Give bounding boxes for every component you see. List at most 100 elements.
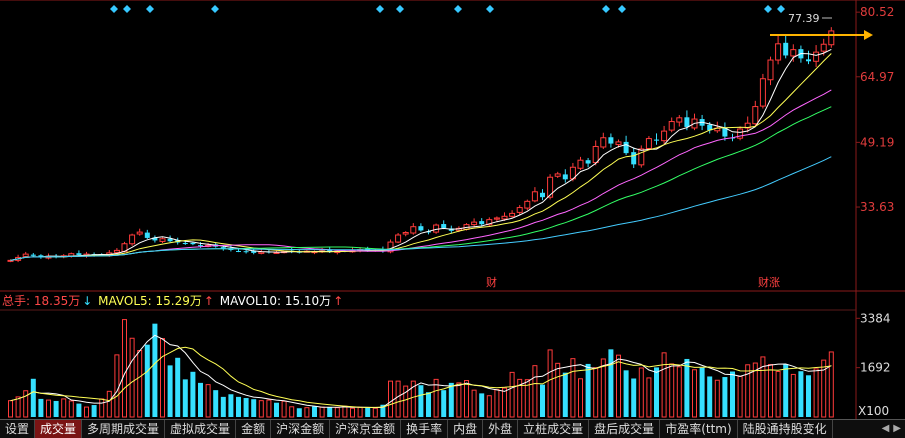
tab-inner-volume[interactable]: 内盘 (448, 420, 484, 438)
candle[interactable] (509, 210, 516, 218)
event-diamond-icon[interactable] (396, 5, 404, 13)
tab-outer-volume[interactable]: 外盘 (483, 420, 519, 438)
candle[interactable] (311, 250, 318, 255)
volume-bar[interactable] (296, 408, 302, 417)
volume-bar[interactable] (730, 371, 735, 418)
candle[interactable] (471, 218, 478, 228)
candle[interactable] (159, 237, 166, 243)
volume-bar[interactable] (342, 405, 348, 418)
volume-bar[interactable] (91, 405, 97, 417)
volume-bar[interactable] (289, 406, 295, 418)
candle[interactable] (631, 147, 637, 169)
volume-bar[interactable] (160, 338, 165, 418)
volume-bar[interactable] (220, 396, 226, 417)
volume-bar[interactable] (319, 406, 325, 418)
volume-bar[interactable] (768, 364, 773, 418)
volume-bar[interactable] (790, 373, 796, 418)
volume-bar[interactable] (23, 390, 29, 418)
volume-bar[interactable] (798, 371, 804, 417)
candle[interactable] (608, 133, 614, 148)
event-marker-cai[interactable]: 财 (486, 275, 497, 289)
event-diamond-icon[interactable] (211, 5, 219, 13)
candle[interactable] (676, 115, 683, 127)
volume-bar[interactable] (783, 364, 789, 417)
candle[interactable] (775, 34, 782, 65)
volume-bar[interactable] (205, 384, 211, 418)
candle[interactable] (668, 117, 675, 133)
candle[interactable] (562, 169, 568, 183)
volume-bar[interactable] (616, 354, 621, 418)
volume-bar[interactable] (395, 380, 401, 418)
candle[interactable] (577, 156, 584, 171)
candle[interactable] (30, 252, 36, 257)
volume-bar[interactable] (274, 402, 279, 417)
volume-bar[interactable] (76, 403, 82, 417)
volume-bar[interactable] (555, 362, 561, 418)
candle[interactable] (418, 223, 424, 232)
candle[interactable] (441, 220, 447, 230)
volume-bar[interactable] (68, 400, 74, 418)
candle[interactable] (737, 126, 744, 141)
event-diamond-icon[interactable] (618, 5, 626, 13)
volume-bar[interactable] (578, 378, 583, 418)
candle[interactable] (516, 205, 523, 216)
volume-bar[interactable] (737, 375, 743, 418)
candle[interactable] (790, 44, 797, 62)
volume-bar[interactable] (137, 350, 143, 418)
volume-bar[interactable] (190, 371, 196, 417)
volume-bar[interactable] (676, 366, 682, 418)
candle[interactable] (828, 27, 835, 48)
event-diamond-icon[interactable] (486, 5, 494, 13)
volume-bar[interactable] (213, 390, 219, 417)
volume-bar[interactable] (448, 382, 454, 417)
candle[interactable] (813, 45, 820, 67)
volume-bar[interactable] (46, 399, 51, 418)
volume-bar[interactable] (509, 371, 515, 418)
volume-bar[interactable] (646, 377, 652, 418)
volume-bar[interactable] (228, 394, 234, 417)
stock-chart[interactable]: 77.39 财 财涨 80.52 64.97 49.19 33.63 3384 1692 X… (0, 0, 905, 438)
volume-bar[interactable] (722, 377, 728, 417)
volume-bar[interactable] (441, 390, 447, 417)
volume-bar[interactable] (38, 398, 44, 417)
volume-bar[interactable] (84, 406, 89, 418)
volume-bar[interactable] (669, 363, 675, 418)
volume-bar[interactable] (707, 376, 713, 417)
volume-bar[interactable] (471, 389, 477, 418)
candlestick-series[interactable] (7, 27, 835, 263)
volume-bar[interactable] (486, 395, 492, 418)
event-diamond-icon[interactable] (764, 5, 772, 13)
tab-amount[interactable]: 金额 (236, 420, 272, 438)
candle[interactable] (645, 136, 652, 151)
candle[interactable] (759, 73, 766, 109)
volume-bar[interactable] (813, 368, 819, 418)
tab-virtual-volume[interactable]: 虚拟成交量 (165, 420, 237, 438)
candle[interactable] (531, 187, 538, 203)
volume-bar[interactable] (357, 406, 363, 418)
tab-turnover-rate[interactable]: 换手率 (401, 420, 449, 438)
volume-bar[interactable] (167, 365, 173, 417)
tab-pile-volume[interactable]: 立桩成交量 (518, 420, 590, 438)
volume-bar[interactable] (608, 349, 614, 417)
candle[interactable] (152, 235, 158, 243)
tab-after-hours-volume[interactable]: 盘后成交量 (589, 420, 661, 438)
volume-bar[interactable] (464, 380, 469, 418)
volume-bar[interactable] (251, 399, 257, 417)
candle[interactable] (136, 228, 143, 236)
volume-bar[interactable] (243, 398, 249, 417)
candle[interactable] (767, 56, 774, 86)
candle[interactable] (554, 171, 561, 178)
volume-bar[interactable] (372, 407, 378, 418)
candle[interactable] (600, 132, 607, 149)
volume-bar[interactable] (30, 378, 36, 417)
volume-bar[interactable] (623, 370, 629, 417)
volume-bar[interactable] (661, 352, 667, 418)
volume-bar[interactable] (388, 380, 393, 418)
volume-bar[interactable] (745, 364, 751, 418)
candle[interactable] (691, 113, 698, 131)
tab-pe-ttm[interactable]: 市盈率(ttm) (660, 420, 738, 438)
volume-bar[interactable] (175, 357, 181, 417)
volume-bar[interactable] (53, 400, 59, 417)
event-diamond-icon[interactable] (110, 5, 118, 13)
candle[interactable] (752, 100, 759, 128)
